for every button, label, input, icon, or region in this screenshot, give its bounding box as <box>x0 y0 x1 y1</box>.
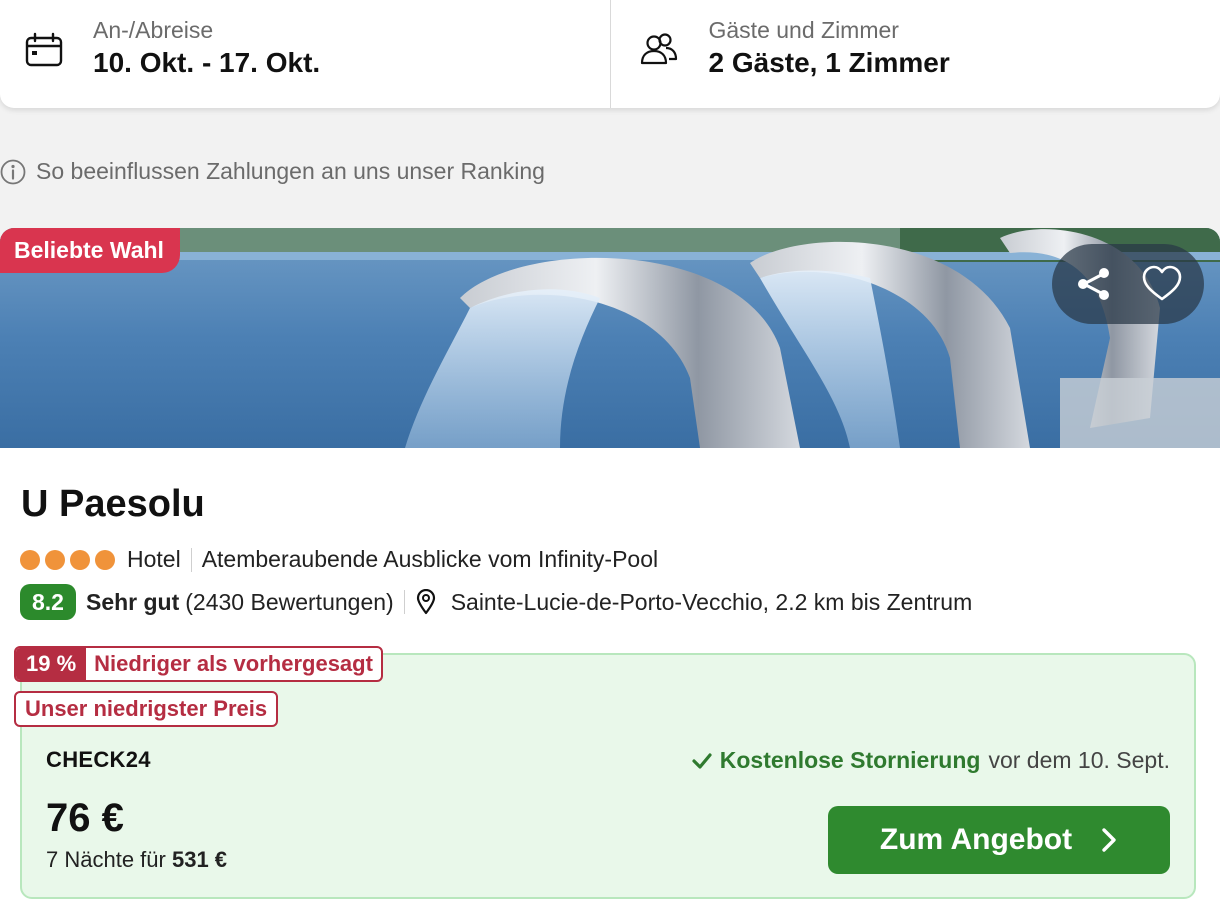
hotel-rating-row: 8.2 Sehr gut (2430 Bewertungen) Sainte-L… <box>20 584 972 620</box>
score-badge: 8.2 <box>20 584 76 620</box>
cancellation-deadline: vor dem 10. Sept. <box>988 747 1170 773</box>
discount-text: Niedriger als vorhergesagt <box>94 651 373 676</box>
cancellation-info: Kostenlose Stornierung vor dem 10. Sept. <box>692 747 1170 774</box>
search-bar: An-/Abreise 10. Okt. - 17. Okt. Gäste un… <box>0 0 1220 108</box>
favorite-button[interactable] <box>1134 256 1190 312</box>
ranking-note-text: So beeinflussen Zahlungen an uns unser R… <box>36 158 545 184</box>
total-price-line: 7 Nächte für 531 € <box>46 847 227 873</box>
location-pin-icon <box>416 589 435 615</box>
rating-word: Sehr gut <box>85 588 180 615</box>
checkmark-icon <box>692 752 712 769</box>
hotel-location[interactable]: Sainte-Lucie-de-Porto-Vecchio, 2.2 km bi… <box>451 589 973 616</box>
calendar-icon <box>25 32 63 67</box>
offer-provider: CHECK24 <box>46 747 151 772</box>
dates-label: An-/Abreise <box>93 17 214 43</box>
hotel-name[interactable]: U Paesolu <box>21 483 205 526</box>
total-price: 531 € <box>171 847 228 872</box>
info-icon <box>0 159 26 184</box>
chevron-right-icon <box>1102 828 1116 852</box>
popular-badge: Beliebte Wahl <box>0 228 180 273</box>
star-dot-icon <box>70 549 90 570</box>
divider <box>190 547 192 572</box>
review-count[interactable]: (2430 Bewertungen) <box>185 589 393 616</box>
discount-percent: 19 % <box>16 648 87 680</box>
hotel-type: Hotel <box>127 546 181 572</box>
view-offer-button[interactable]: Zum Angebot <box>828 806 1170 874</box>
star-dot-icon <box>45 549 65 570</box>
hero-actions <box>1052 244 1204 324</box>
pool-image <box>0 228 1220 448</box>
share-button[interactable] <box>1066 256 1122 312</box>
date-selector[interactable]: An-/Abreise 10. Okt. - 17. Okt. <box>0 0 610 108</box>
lowest-price-tag: Unser niedrigster Preis <box>14 691 279 727</box>
star-dot-icon <box>20 549 40 570</box>
users-icon <box>640 33 677 65</box>
divider <box>403 590 405 614</box>
hotel-card[interactable]: Beliebte Wahl U Paesolu Hotel Atemberaub… <box>0 228 1220 910</box>
cancellation-label: Kostenlose Stornierung <box>719 747 981 773</box>
hotel-meta: Hotel Atemberaubende Ausblicke vom Infin… <box>20 546 658 573</box>
nights-text: 7 Nächte für <box>46 847 166 872</box>
star-dot-icon <box>95 549 115 570</box>
dates-value: 10. Okt. - 17. Okt. <box>93 47 321 78</box>
view-offer-label: Zum Angebot <box>879 823 1073 856</box>
price-prediction-tag: 19 % Niedriger als vorhergesagt <box>14 646 383 682</box>
heart-icon <box>1142 265 1182 301</box>
guests-value: 2 Gäste, 1 Zimmer <box>708 47 950 78</box>
guests-selector[interactable]: Gäste und Zimmer 2 Gäste, 1 Zimmer <box>609 0 1220 108</box>
share-icon <box>1078 268 1109 300</box>
price-per-night: 76 € <box>46 796 124 840</box>
star-rating <box>20 549 115 570</box>
hotel-photo[interactable]: Beliebte Wahl <box>0 228 1220 448</box>
guests-label: Gäste und Zimmer <box>708 17 899 43</box>
ranking-note[interactable]: So beeinflussen Zahlungen an uns unser R… <box>0 158 545 185</box>
hotel-highlight: Atemberaubende Ausblicke vom Infinity-Po… <box>201 546 659 572</box>
